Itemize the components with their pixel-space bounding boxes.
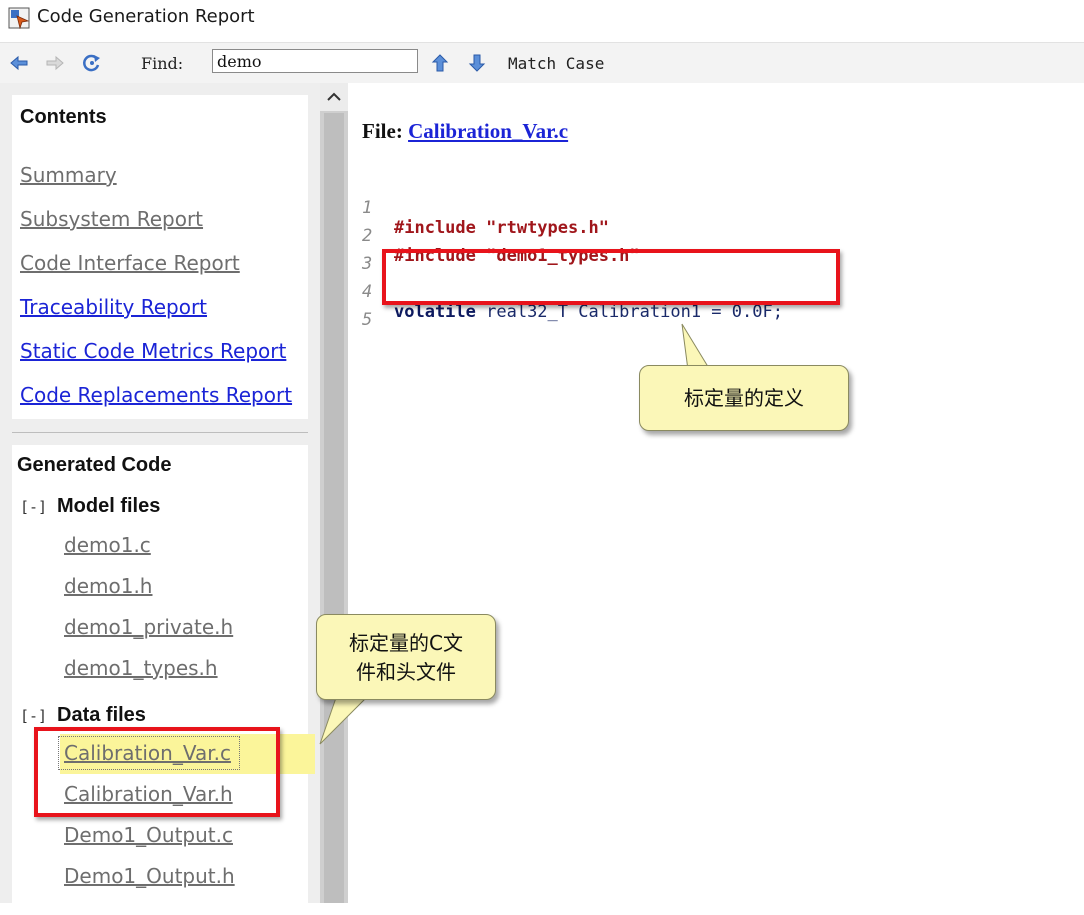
file-header: File: Calibration_Var.c bbox=[362, 119, 568, 144]
file-link-demo1-c[interactable]: demo1.c bbox=[64, 533, 151, 557]
contents-section: Contents Summary Subsystem Report Code I… bbox=[12, 95, 308, 419]
forward-arrow-icon[interactable] bbox=[45, 53, 65, 73]
link-code-interface-report[interactable]: Code Interface Report bbox=[20, 251, 240, 275]
data-files-label: Data files bbox=[57, 704, 146, 726]
scroll-thumb[interactable] bbox=[324, 113, 344, 903]
section-divider bbox=[12, 432, 308, 433]
line-number: 5 bbox=[362, 310, 373, 330]
toolbar: Find: Match Case bbox=[0, 42, 1084, 84]
files-callout: 标定量的C文 件和头文件 bbox=[316, 614, 496, 700]
refresh-icon[interactable] bbox=[82, 53, 102, 73]
scroll-up-button[interactable] bbox=[320, 83, 348, 111]
data-files-toggle[interactable]: [-] bbox=[20, 707, 47, 725]
back-arrow-icon[interactable] bbox=[9, 53, 29, 73]
definition-callout-text: 标定量的定义 bbox=[684, 386, 804, 410]
file-link-demo1-private-h[interactable]: demo1_private.h bbox=[64, 615, 233, 639]
file-link-demo1-h[interactable]: demo1.h bbox=[64, 574, 152, 598]
title-bar: Code Generation Report bbox=[0, 0, 1084, 40]
code-view-pane: File: Calibration_Var.c 1 #include "rtwt… bbox=[348, 83, 1084, 903]
file-link-demo1-output-c[interactable]: Demo1_Output.c bbox=[64, 823, 233, 847]
include-path: "rtwtypes.h" bbox=[475, 218, 609, 238]
app-icon bbox=[8, 7, 30, 29]
window-title: Code Generation Report bbox=[37, 6, 255, 27]
file-label: File: bbox=[362, 119, 403, 143]
keyword-volatile: volatile bbox=[394, 302, 476, 322]
preprocessor-directive: #include bbox=[394, 218, 476, 238]
files-callout-line-1: 标定量的C文 bbox=[349, 631, 463, 655]
find-previous-icon[interactable] bbox=[430, 53, 450, 73]
file-link-demo1-types-h[interactable]: demo1_types.h bbox=[64, 656, 218, 680]
file-link-demo1-output-h[interactable]: Demo1_Output.h bbox=[64, 864, 235, 888]
model-files-label: Model files bbox=[57, 495, 161, 517]
definition-callout: 标定量的定义 bbox=[639, 365, 849, 431]
pane-scrollbar[interactable] bbox=[320, 83, 348, 903]
link-subsystem-report[interactable]: Subsystem Report bbox=[20, 207, 203, 231]
code-line: 1 #include "rtwtypes.h" bbox=[348, 178, 609, 238]
model-files-toggle[interactable]: [-] bbox=[20, 498, 47, 516]
link-code-replacements-report[interactable]: Code Replacements Report bbox=[20, 383, 292, 407]
files-callout-line-2: 件和头文件 bbox=[356, 660, 456, 684]
find-next-icon[interactable] bbox=[467, 53, 487, 73]
file-name-link[interactable]: Calibration_Var.c bbox=[408, 119, 568, 143]
definition-highlight-box bbox=[382, 249, 840, 305]
generated-code-title: Generated Code bbox=[17, 454, 172, 476]
find-label: Find: bbox=[141, 54, 184, 73]
declaration-text: real32_T Calibration1 = 0.0F; bbox=[475, 302, 783, 322]
find-input[interactable] bbox=[212, 49, 418, 73]
chevron-up-icon bbox=[327, 92, 341, 101]
data-files-highlight-box bbox=[34, 727, 280, 817]
contents-title: Contents bbox=[20, 106, 107, 128]
link-traceability-report[interactable]: Traceability Report bbox=[20, 295, 207, 319]
link-summary[interactable]: Summary bbox=[20, 163, 117, 187]
link-static-code-metrics-report[interactable]: Static Code Metrics Report bbox=[20, 339, 286, 363]
match-case-toggle[interactable]: Match Case bbox=[508, 54, 604, 73]
code-line: 2 #include "demo1_types.h" bbox=[348, 206, 640, 266]
generated-code-section: Generated Code [-] Model files demo1.c d… bbox=[12, 445, 315, 915]
